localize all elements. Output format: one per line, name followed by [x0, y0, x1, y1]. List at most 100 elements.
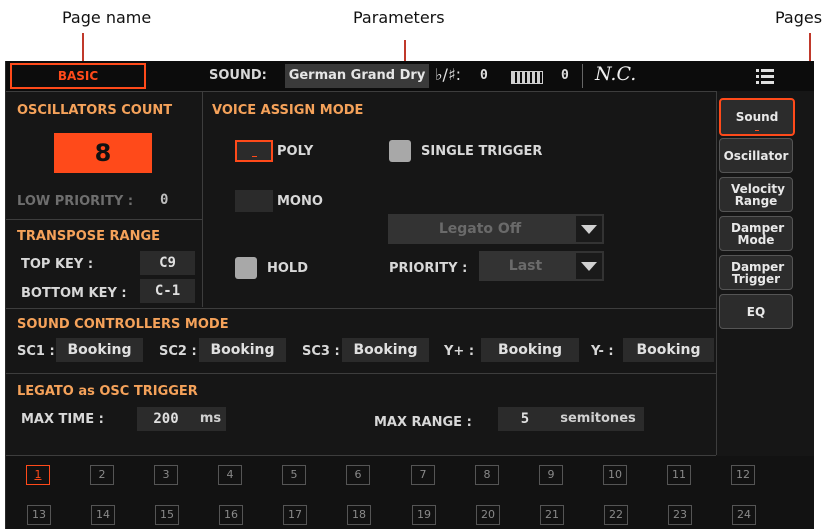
callout-line-page-name — [82, 33, 84, 63]
sc1-value[interactable]: Booking — [56, 338, 143, 362]
mono-label: MONO — [277, 194, 323, 209]
top-key-value[interactable]: C9 — [140, 251, 195, 275]
track-button-16[interactable]: 16 — [219, 505, 243, 525]
sc-mode-title: SOUND CONTROLLERS MODE — [17, 317, 229, 332]
track-button-15[interactable]: 15 — [155, 505, 179, 525]
track-button-19[interactable]: 19 — [412, 505, 436, 525]
tab-eq[interactable]: EQ — [719, 294, 793, 329]
poly-label: POLY — [277, 144, 314, 159]
track-button-5[interactable]: 5 — [282, 465, 306, 485]
priority-dropdown[interactable]: Last — [479, 251, 604, 281]
callout-parameters: Parameters — [353, 8, 445, 27]
divider — [6, 373, 716, 374]
osc-count-title: OSCILLATORS COUNT — [17, 103, 173, 118]
sound-label: SOUND: — [209, 68, 267, 83]
priority-label: PRIORITY : — [389, 261, 468, 276]
track-button-1[interactable]: 1 — [26, 465, 50, 485]
divider — [6, 219, 202, 220]
selected-indicator — [755, 130, 759, 131]
track-button-4[interactable]: 4 — [218, 465, 242, 485]
legato-value: Legato Off — [438, 221, 522, 237]
legato-title: LEGATO as OSC TRIGGER — [17, 384, 198, 399]
yminus-label: Y- : — [591, 344, 614, 359]
max-range-unit: semitones — [552, 407, 644, 431]
track-button-24[interactable]: 24 — [732, 505, 756, 525]
track-button-9[interactable]: 9 — [539, 465, 563, 485]
track-button-6[interactable]: 6 — [346, 465, 370, 485]
tab-damper-trigger[interactable]: Damper Trigger — [719, 255, 793, 290]
hold-label: HOLD — [267, 261, 309, 276]
track-button-18[interactable]: 18 — [347, 505, 371, 525]
selected-indicator — [252, 156, 257, 157]
track-button-2[interactable]: 2 — [90, 465, 114, 485]
track-button-20[interactable]: 20 — [476, 505, 500, 525]
yminus-value[interactable]: Booking — [623, 338, 714, 362]
yplus-value[interactable]: Booking — [481, 338, 579, 362]
tab-damper-trigger-label: Damper Trigger — [731, 259, 785, 286]
tab-eq-label: EQ — [746, 304, 766, 319]
transpose-title: TRANSPOSE RANGE — [17, 229, 161, 244]
track-button-14[interactable]: 14 — [91, 505, 115, 525]
top-key-label: TOP KEY : — [21, 257, 94, 272]
chevron-down-icon — [576, 216, 602, 242]
track-button-22[interactable]: 22 — [604, 505, 628, 525]
divider — [6, 91, 716, 92]
menu-icon[interactable] — [756, 68, 774, 84]
track-button-3[interactable]: 3 — [154, 465, 178, 485]
low-priority-value[interactable]: 0 — [160, 192, 168, 208]
page-name: BASIC — [57, 69, 99, 83]
track-selector — [6, 456, 814, 529]
track-button-10[interactable]: 10 — [603, 465, 627, 485]
tab-sound[interactable]: Sound — [719, 98, 795, 136]
sc3-value[interactable]: Booking — [342, 338, 429, 362]
max-time-label: MAX TIME : — [21, 412, 104, 427]
track-button-8[interactable]: 8 — [475, 465, 499, 485]
track-button-17[interactable]: 17 — [283, 505, 307, 525]
single-trigger-label: SINGLE TRIGGER — [421, 144, 543, 159]
chord-display: N.C. — [595, 63, 637, 85]
screen: BASIC SOUND: German Grand Dry ♭/♯: 0 0 N… — [5, 61, 814, 529]
divider — [716, 91, 717, 455]
track-button-11[interactable]: 11 — [667, 465, 691, 485]
bottom-key-label: BOTTOM KEY : — [21, 286, 127, 301]
mono-radio[interactable] — [235, 190, 273, 212]
tab-velocity-range[interactable]: Velocity Range — [719, 177, 793, 212]
osc-count-value[interactable]: 8 — [54, 133, 152, 173]
legato-dropdown[interactable]: Legato Off — [388, 214, 604, 244]
yplus-label: Y+ : — [444, 344, 475, 359]
max-time-value[interactable]: 200 — [137, 407, 195, 431]
sc3-label: SC3 : — [302, 344, 340, 359]
voice-assign-title: VOICE ASSIGN MODE — [212, 103, 364, 118]
track-button-7[interactable]: 7 — [411, 465, 435, 485]
callout-pages: Pages — [775, 8, 822, 27]
sc2-value[interactable]: Booking — [199, 338, 286, 362]
divider — [202, 91, 203, 307]
tab-oscillator-label: Oscillator — [723, 148, 789, 163]
key-sig-value: 0 — [480, 68, 488, 83]
sc2-label: SC2 : — [159, 344, 197, 359]
max-range-value[interactable]: 5 — [498, 407, 552, 431]
tab-damper-mode-label: Damper Mode — [731, 220, 785, 247]
chevron-down-icon — [576, 253, 602, 279]
bottom-key-value[interactable]: C-1 — [140, 279, 195, 303]
max-time-unit: ms — [195, 407, 226, 431]
track-button-21[interactable]: 21 — [540, 505, 564, 525]
single-trigger-checkbox[interactable] — [389, 140, 411, 162]
sound-value[interactable]: German Grand Dry — [285, 64, 429, 88]
track-button-12[interactable]: 12 — [731, 465, 755, 485]
keyboard-icon — [511, 71, 543, 84]
tab-oscillator[interactable]: Oscillator — [719, 138, 793, 173]
low-priority-label: LOW PRIORITY : — [17, 194, 134, 209]
poly-radio[interactable] — [235, 140, 273, 162]
track-button-13[interactable]: 13 — [27, 505, 51, 525]
octave-value: 0 — [561, 68, 569, 83]
hold-checkbox[interactable] — [235, 257, 257, 279]
track-button-23[interactable]: 23 — [668, 505, 692, 525]
tab-damper-mode[interactable]: Damper Mode — [719, 216, 793, 251]
max-range-label: MAX RANGE : — [374, 415, 472, 430]
divider — [6, 308, 716, 309]
key-sig-symbol: ♭/♯: — [435, 65, 462, 84]
top-divider — [582, 64, 583, 88]
sc1-label: SC1 : — [17, 344, 55, 359]
priority-value: Last — [508, 258, 543, 274]
